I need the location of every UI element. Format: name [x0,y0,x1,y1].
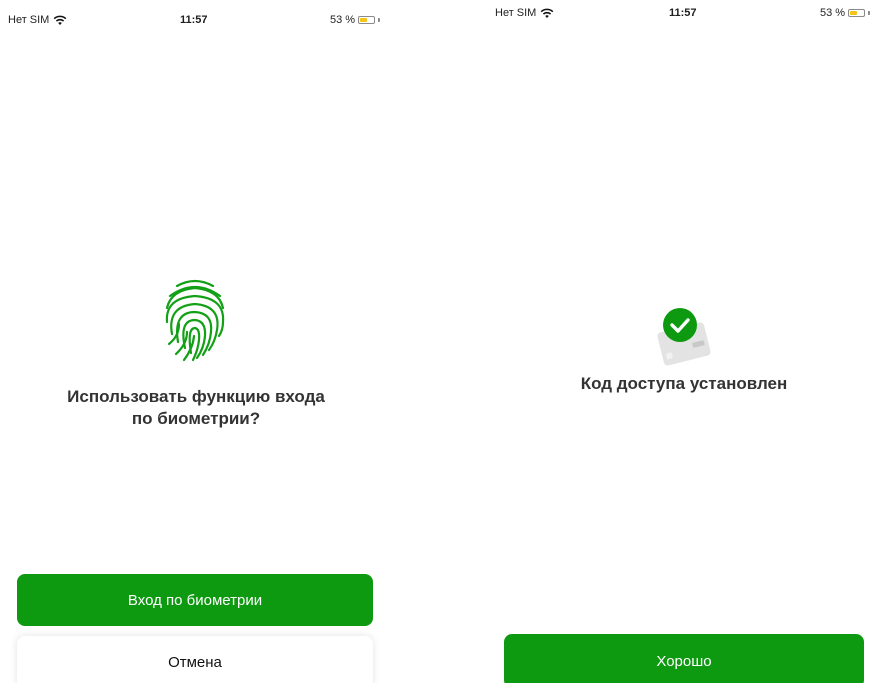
battery-indicator: 53 % [330,14,381,26]
carrier-indicator: Нет SIM [495,7,554,19]
ok-label: Хорошо [656,652,712,670]
battery-indicator: 53 % [820,7,871,19]
passcode-set-message: Код доступа установлен [580,374,788,393]
carrier-label: Нет SIM [8,14,50,26]
battery-icon [848,9,866,17]
battery-cap [868,11,871,15]
carrier-label: Нет SIM [495,7,537,19]
card-check-icon [657,308,711,366]
passcode-set-screen: Нет SIM 11:57 53 % Код доступа установле… [392,0,874,683]
battery-percent: 53 % [330,14,356,26]
cancel-label: Отмена [168,653,222,671]
status-bar: Нет SIM 11:57 53 % [392,0,874,40]
status-time: 11:57 [180,14,208,26]
biometric-screen: Нет SIM 11:57 53 % Использовать функцию … [0,0,392,683]
battery-fill [850,11,858,15]
status-time: 11:57 [669,7,697,19]
battery-fill [360,18,368,22]
biometric-login-button[interactable]: Вход по биометрии [17,574,373,626]
cancel-button[interactable]: Отмена [17,636,373,683]
ok-button[interactable]: Хорошо [504,634,864,683]
wifi-icon [54,15,67,25]
battery-percent: 53 % [820,7,846,19]
question-line-1: Использовать функцию входа [67,387,325,406]
question-line-2: по биометрии? [131,409,261,428]
carrier-indicator: Нет SIM [8,14,67,26]
fingerprint-icon [165,279,225,362]
wifi-icon [541,8,554,18]
biometric-login-label: Вход по биометрии [127,591,263,609]
battery-icon [358,16,376,24]
battery-cap [378,18,381,22]
status-bar: Нет SIM 11:57 53 % [0,0,392,40]
biometric-question: Использовать функцию входа по биометрии? [0,386,392,430]
